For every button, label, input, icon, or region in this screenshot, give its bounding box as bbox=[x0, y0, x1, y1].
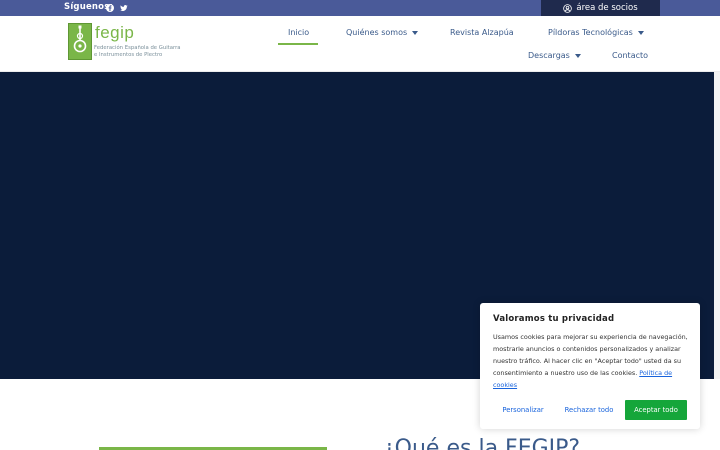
nav-item-contacto[interactable]: Contacto bbox=[612, 51, 648, 60]
chevron-down-icon bbox=[637, 30, 644, 35]
brand-subtitle-line2: e Instrumentos de Plectro bbox=[94, 52, 163, 58]
site-logo[interactable]: fegip Federación Española de Guitarra e … bbox=[68, 23, 188, 63]
user-circle-icon bbox=[563, 3, 573, 13]
cookie-consent-banner: Valoramos tu privacidad Usamos cookies p… bbox=[480, 303, 700, 429]
members-area-label: área de socios bbox=[576, 3, 638, 13]
customize-button[interactable]: Personalizar bbox=[493, 400, 553, 420]
nav-label: Descargas bbox=[528, 51, 570, 60]
cookie-description: Usamos cookies para mejorar su experienc… bbox=[493, 331, 690, 391]
nav-item-inicio[interactable]: Inicio bbox=[288, 28, 309, 37]
guitar-logo-icon bbox=[68, 23, 92, 60]
facebook-icon[interactable] bbox=[105, 3, 115, 13]
nav-label: Revista Alzapúa bbox=[450, 28, 514, 37]
nav-item-descargas[interactable]: Descargas bbox=[528, 51, 581, 60]
brand-name: fegip bbox=[95, 23, 135, 42]
nav-item-revista-alzapua[interactable]: Revista Alzapúa bbox=[450, 28, 514, 37]
members-area-button[interactable]: área de socios bbox=[541, 0, 660, 16]
site-header: fegip Federación Española de Guitarra e … bbox=[0, 16, 720, 72]
twitter-icon[interactable] bbox=[119, 3, 129, 13]
chevron-down-icon bbox=[574, 53, 581, 58]
nav-label: Quiénes somos bbox=[346, 28, 408, 37]
page: Síguenos: área de socios fegip Federació… bbox=[0, 0, 720, 450]
nav-label: Inicio bbox=[288, 28, 310, 37]
nav-label: Píldoras Tecnológicas bbox=[548, 28, 633, 37]
accept-all-button[interactable]: Aceptar todo bbox=[625, 400, 687, 420]
brand-subtitle-line1: Federación Española de Guitarra bbox=[94, 45, 181, 51]
reject-all-button[interactable]: Rechazar todo bbox=[558, 400, 620, 420]
active-nav-indicator bbox=[278, 43, 318, 45]
top-bar: Síguenos: área de socios bbox=[0, 0, 720, 16]
section-title: ¿Qué es la FEGIP? bbox=[383, 436, 581, 450]
scrollbar-track[interactable] bbox=[714, 72, 720, 379]
nav-item-quienes-somos[interactable]: Quiénes somos bbox=[346, 28, 419, 37]
nav-label: Contacto bbox=[612, 51, 649, 60]
nav-item-pildoras-tecnologicas[interactable]: Píldoras Tecnológicas bbox=[548, 28, 644, 37]
cookie-title: Valoramos tu privacidad bbox=[493, 314, 615, 324]
chevron-down-icon bbox=[412, 30, 419, 35]
